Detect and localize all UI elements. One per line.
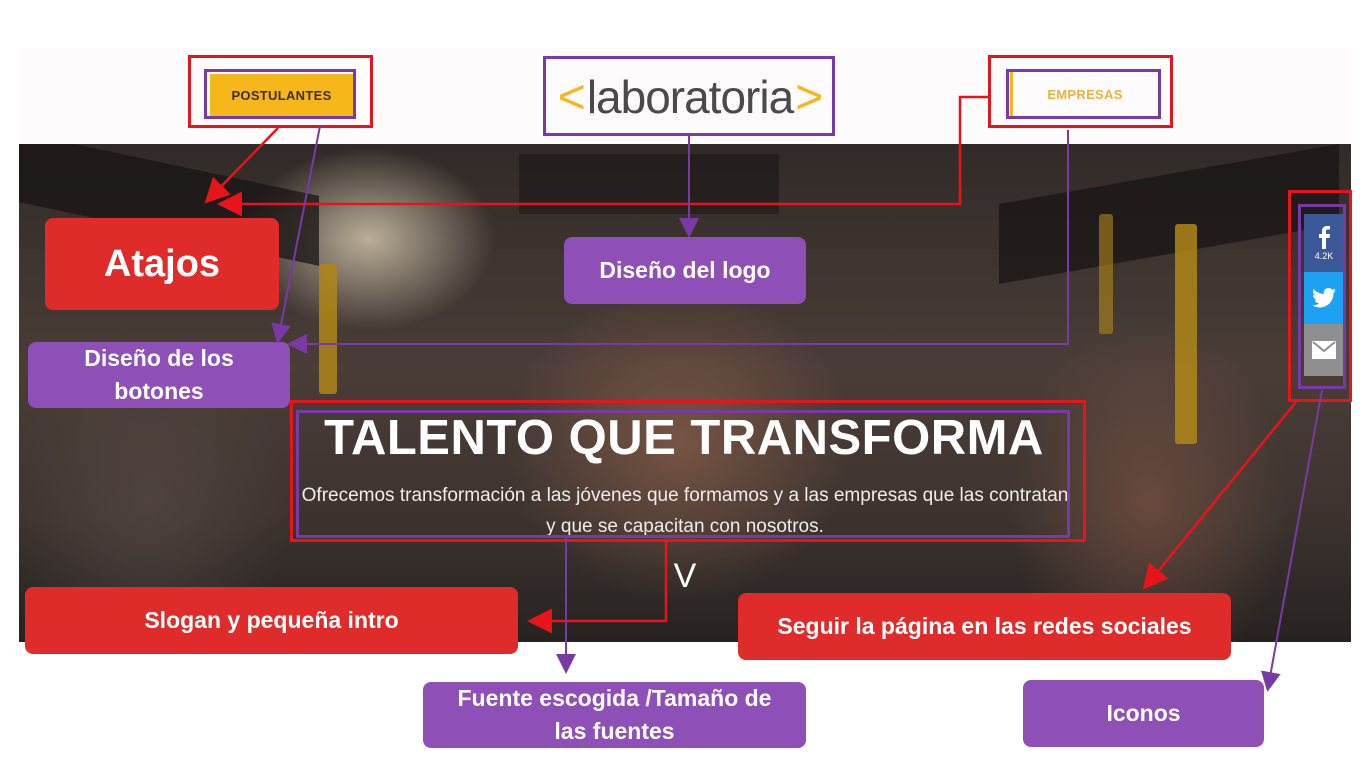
outline-logo-purple <box>543 56 835 136</box>
label-atajos: Atajos <box>45 218 279 310</box>
outline-postulantes-purple <box>204 69 356 119</box>
outline-social-purple <box>1298 204 1346 389</box>
label-diseno-logo: Diseño del logo <box>564 237 806 304</box>
outline-empresas-purple <box>1006 69 1161 119</box>
label-slogan: Slogan y pequeña intro <box>25 587 518 654</box>
outline-slogan-purple <box>296 410 1070 538</box>
label-diseno-botones: Diseño de los botones <box>28 342 290 408</box>
label-seguir-redes: Seguir la página en las redes sociales <box>738 593 1231 660</box>
label-iconos: Iconos <box>1023 680 1264 747</box>
scroll-down-chevron[interactable]: V <box>668 556 702 596</box>
label-fuente: Fuente escogida /Tamaño de las fuentes <box>423 682 806 748</box>
